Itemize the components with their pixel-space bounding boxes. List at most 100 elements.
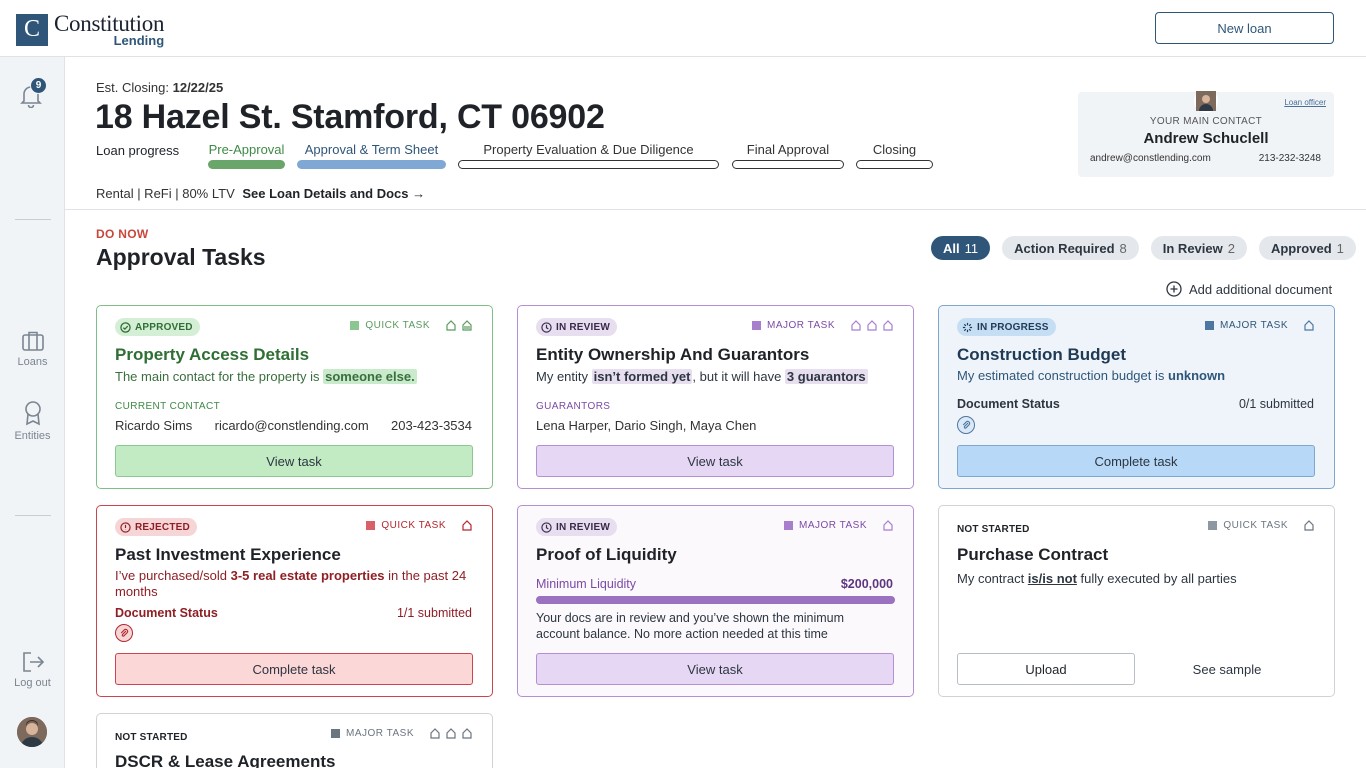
new-loan-button[interactable]: New loan (1155, 12, 1334, 44)
liquidity-note: Your docs are in review and you’ve shown… (536, 611, 845, 641)
task-type: MAJOR TASK (1205, 320, 1314, 331)
complete-task-button[interactable]: Complete task (115, 653, 473, 685)
house-icon (430, 728, 440, 739)
filter-action-required[interactable]: Action Required 8 (1002, 236, 1139, 260)
task-title: Purchase Contract (957, 545, 1109, 564)
house-icon (462, 520, 472, 531)
alert-circle-icon (120, 521, 131, 533)
guarantors-list: Lena Harper, Dario Singh, Maya Chen (536, 418, 757, 433)
stage-approval-term-sheet: Approval & Term Sheet (297, 142, 446, 169)
task-type: MAJOR TASK (331, 728, 472, 739)
contact-email: ricardo@constlending.com (214, 418, 369, 433)
status-badge: IN PROGRESS (957, 318, 1056, 336)
see-sample-link[interactable]: See sample (1151, 653, 1303, 685)
complete-task-button[interactable]: Complete task (957, 445, 1315, 477)
brand-logo[interactable]: C Constitution Lending (16, 12, 164, 47)
briefcase-icon (21, 331, 44, 351)
logout-icon (22, 652, 44, 672)
user-avatar[interactable] (17, 717, 47, 747)
house-icon (851, 320, 861, 331)
task-type: MAJOR TASK (752, 320, 893, 331)
house-icon (446, 320, 456, 331)
sidebar-item-logout[interactable]: Log out (0, 651, 65, 689)
building-icon (462, 320, 472, 331)
task-description: My estimated construction budget is unkn… (957, 368, 1226, 383)
task-type: MAJOR TASK (784, 520, 893, 531)
filter-approved[interactable]: Approved 1 (1258, 236, 1356, 260)
quick-task-icon (366, 521, 376, 530)
status-badge: NOT STARTED (957, 523, 1030, 535)
paperclip-icon[interactable] (957, 416, 975, 434)
task-title: Entity Ownership And Guarantors (536, 345, 810, 364)
house-icon (883, 520, 893, 531)
status-badge: IN REVIEW (536, 318, 618, 336)
task-type: QUICK TASK (366, 520, 472, 531)
contact-name: Ricardo Sims (115, 418, 193, 433)
stage-pre-approval: Pre-Approval (208, 142, 285, 169)
loan-details-link[interactable]: See Loan Details and Docs → (242, 186, 425, 201)
task-type: QUICK TASK (350, 320, 472, 331)
house-icon (867, 320, 877, 331)
sidebar-divider (15, 515, 51, 516)
loan-meta: Rental | ReFi | 80% LTV See Loan Details… (96, 186, 426, 201)
stage-final-approval: Final Approval (732, 142, 844, 169)
task-description: My contract is/is not fully executed by … (957, 571, 1237, 586)
task-title: DSCR & Lease Agreements (115, 752, 336, 768)
spinner-icon (962, 322, 973, 332)
logo-name: Constitution (54, 11, 165, 36)
loan-officer-link[interactable]: Loan officer (1284, 98, 1326, 107)
contact-avatar (1194, 89, 1218, 113)
task-card-entity-ownership: IN REVIEW MAJOR TASK Entity Ownership An… (517, 305, 914, 489)
document-status: Document Status 0/1 submitted (957, 397, 1314, 411)
contact-name: Andrew Schuclell (1143, 130, 1269, 147)
major-task-icon (1205, 321, 1215, 330)
view-task-button[interactable]: View task (115, 445, 473, 477)
status-badge: REJECTED (115, 518, 197, 536)
filter-in-review[interactable]: In Review 2 (1150, 236, 1247, 260)
house-icon (446, 728, 456, 739)
contact-label: YOUR MAIN CONTACT (1149, 116, 1263, 127)
house-icon (883, 320, 893, 331)
task-card-proof-of-liquidity: IN REVIEW MAJOR TASK Proof of Liquidity … (517, 505, 914, 697)
section-title: Approval Tasks (96, 244, 266, 270)
task-card-past-investment: REJECTED QUICK TASK Past Investment Expe… (96, 505, 493, 697)
view-task-button[interactable]: View task (536, 653, 894, 685)
contact-phone[interactable]: 213-232-3248 (1259, 153, 1321, 164)
est-closing: Est. Closing: 12/22/25 (96, 80, 224, 95)
major-task-icon (752, 321, 762, 330)
sidebar-item-entities[interactable]: Entities (0, 400, 65, 442)
task-card-construction-budget: IN PROGRESS MAJOR TASK Construction Budg… (938, 305, 1335, 489)
upload-button[interactable]: Upload (957, 653, 1135, 685)
task-card-dscr-lease: NOT STARTED MAJOR TASK DSCR & Lease Agre… (96, 713, 493, 768)
sidebar-item-loans[interactable]: Loans (0, 330, 65, 368)
task-card-property-access: APPROVED QUICK TASK Property Access Deta… (96, 305, 493, 489)
current-contact-row: Ricardo Sims ricardo@constlending.com 20… (115, 418, 472, 433)
view-task-button[interactable]: View task (536, 445, 894, 477)
task-title: Construction Budget (957, 345, 1127, 364)
house-icon (1304, 320, 1314, 331)
current-contact-label: CURRENT CONTACT (115, 401, 221, 412)
ribbon-icon (24, 401, 41, 426)
stage-property-evaluation: Property Evaluation & Due Diligence (458, 142, 719, 169)
stage-closing: Closing (856, 142, 933, 169)
sidebar: 9 Loans Entities Log out (0, 57, 65, 768)
task-description: The main contact for the property is som… (115, 369, 417, 384)
task-title: Property Access Details (115, 345, 310, 364)
contact-email[interactable]: andrew@constlending.com (1090, 153, 1211, 164)
house-icon (1304, 520, 1314, 531)
clock-icon (541, 521, 552, 533)
header-divider (65, 209, 1366, 210)
sidebar-item-label: Entities (14, 430, 51, 442)
liquidity-progress-track (536, 596, 895, 604)
filter-all[interactable]: All 11 (931, 236, 991, 260)
liquidity-progress-fill (536, 596, 895, 604)
task-card-purchase-contract: NOT STARTED QUICK TASK Purchase Contract… (938, 505, 1335, 697)
task-title: Past Investment Experience (115, 545, 341, 564)
paperclip-icon[interactable] (115, 624, 133, 642)
guarantors-label: GUARANTORS (536, 401, 611, 412)
top-bar: C Constitution Lending New loan (0, 0, 1366, 57)
filter-pills: All 11 Action Required 8 In Review 2 Approv… (919, 236, 1356, 260)
do-now-label: DO NOW (96, 227, 149, 241)
add-document-button[interactable]: Add additional document (1166, 281, 1332, 297)
min-liquidity-row: Minimum Liquidity $200,000 (536, 577, 893, 591)
